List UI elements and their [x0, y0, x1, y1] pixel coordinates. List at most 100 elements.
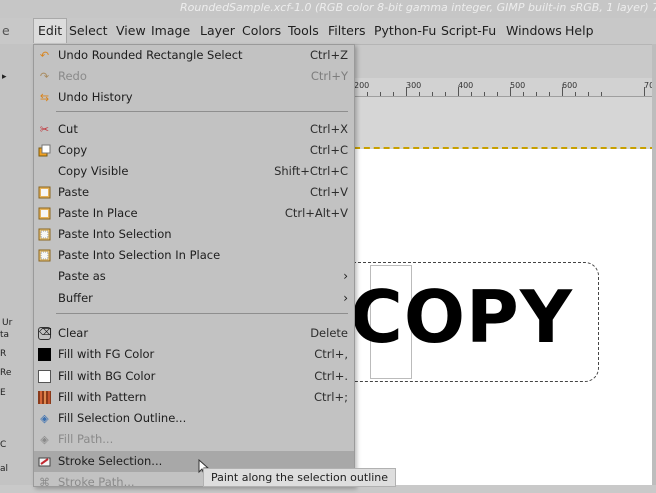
menu-item-paste-into-selection[interactable]: Paste Into Selection — [34, 224, 354, 245]
toolbox-label: Ur — [2, 318, 13, 328]
menu-item-label: Paste Into Selection — [58, 227, 172, 241]
menu-item-shortcut: Ctrl+Z — [310, 48, 348, 62]
ruler-tick — [367, 92, 368, 96]
menu-item-label: Fill with Pattern — [58, 390, 147, 404]
menu-help[interactable]: Help — [565, 23, 594, 38]
menu-item-shortcut: Ctrl+X — [310, 122, 348, 136]
selection-outline — [314, 262, 599, 382]
menu-item-shortcut: Delete — [310, 326, 348, 340]
horizontal-ruler[interactable]: 200 300 400 500 600 70 — [354, 78, 656, 97]
ruler-tick — [471, 92, 472, 96]
ruler-tick — [523, 92, 524, 96]
menu-item-label: Fill with BG Color — [58, 369, 156, 383]
ruler-tick — [549, 92, 550, 96]
menu-view[interactable]: View — [116, 23, 146, 38]
menu-item-shortcut: Ctrl+V — [310, 185, 348, 199]
toolbox-label: C — [0, 440, 7, 450]
ruler-tick — [419, 92, 420, 96]
menu-item-redo[interactable]: ↷ Redo Ctrl+Y — [34, 66, 354, 87]
menu-item-copy-visible[interactable]: Copy Visible Shift+Ctrl+C — [34, 161, 354, 182]
ruler-label: 400 — [458, 81, 474, 90]
menu-item-paste[interactable]: Paste Ctrl+V — [34, 182, 354, 203]
menu-item-paste-as[interactable]: Paste as › — [34, 266, 354, 287]
clipboard-icon — [38, 207, 51, 220]
menu-filters[interactable]: Filters — [328, 23, 365, 38]
submenu-arrow-icon: › — [343, 291, 348, 305]
menu-select[interactable]: Select — [69, 23, 108, 38]
paste-into-icon — [38, 228, 51, 241]
ruler-label: 200 — [354, 81, 370, 90]
clipboard-icon — [38, 186, 51, 199]
menu-item-shortcut: Ctrl+C — [309, 143, 348, 157]
undo-icon: ↶ — [39, 49, 50, 62]
menu-item-label: Redo — [58, 69, 87, 83]
menu-item-cut[interactable]: ✂ Cut Ctrl+X — [34, 119, 354, 140]
undo-history-icon: ⇆ — [39, 91, 50, 104]
pattern-icon — [38, 391, 51, 404]
menu-item-label: Fill Selection Outline... — [58, 411, 187, 425]
toolbox-panel: ▸ Ur ta R Re E C al — [0, 44, 34, 485]
menu-item-shortcut: Shift+Ctrl+C — [274, 164, 348, 178]
menu-item-undo-history[interactable]: ⇆ Undo History — [34, 87, 354, 108]
menu-layer[interactable]: Layer — [200, 23, 235, 38]
menu-item-paste-into-selection-in-place[interactable]: Paste Into Selection In Place — [34, 245, 354, 266]
menu-item-label: Stroke Path... — [58, 475, 135, 489]
submenu-arrow-icon: › — [343, 269, 348, 283]
menu-item-copy[interactable]: Copy Ctrl+C — [34, 140, 354, 161]
menu-item-label: Copy Visible — [58, 164, 129, 178]
menu-item-fill-selection-outline[interactable]: ◈ Fill Selection Outline... — [34, 408, 354, 429]
menu-windows[interactable]: Windows — [506, 23, 562, 38]
menu-tools[interactable]: Tools — [288, 23, 319, 38]
menu-edit[interactable]: Edit — [33, 18, 68, 43]
toolbox-label: ta — [0, 330, 10, 340]
menu-script-fu[interactable]: Script-Fu — [441, 23, 496, 38]
canvas-padding-area — [354, 97, 656, 149]
tooltip: Paint along the selection outline — [203, 468, 397, 487]
ruler-label: 500 — [510, 81, 526, 90]
paste-into-icon — [38, 249, 51, 262]
menu-item-fill-pattern[interactable]: Fill with Pattern Ctrl+; — [34, 387, 354, 408]
menu-item-fill-bg[interactable]: Fill with BG Color Ctrl+. — [34, 366, 354, 387]
menu-item-shortcut: Ctrl+Y — [310, 69, 348, 83]
menu-item-shortcut: Ctrl+; — [314, 390, 348, 404]
ruler-tick — [380, 92, 381, 96]
edit-menu-dropdown: ↶ Undo Rounded Rectangle Select Ctrl+Z ↷… — [33, 44, 355, 489]
menu-item-fill-fg[interactable]: Fill with FG Color Ctrl+, — [34, 344, 354, 365]
menu-item-buffer[interactable]: Buffer › — [34, 288, 354, 309]
menu-item-fill-path[interactable]: ◈ Fill Path... — [34, 429, 354, 450]
menu-item-undo[interactable]: ↶ Undo Rounded Rectangle Select Ctrl+Z — [34, 45, 354, 66]
toolbox-label: R — [0, 349, 7, 359]
bg-color-swatch-icon — [38, 370, 51, 383]
menu-separator — [56, 313, 348, 314]
menubar-overflow-indicator: e — [2, 23, 10, 38]
menu-item-label: Fill with FG Color — [58, 347, 155, 361]
layer-boundary — [354, 147, 656, 149]
ruler-tick — [484, 92, 485, 96]
bucket-fill-icon: ◈ — [40, 433, 49, 446]
ruler-tick — [575, 92, 576, 96]
clear-icon: ⌫ — [38, 327, 52, 340]
menu-python-fu[interactable]: Python-Fu — [374, 23, 436, 38]
ruler-tick — [445, 92, 446, 96]
menu-image[interactable]: Image — [151, 23, 190, 38]
stroke-icon — [38, 455, 51, 468]
menu-item-label: Paste In Place — [58, 206, 138, 220]
menu-item-label: Copy — [58, 143, 88, 157]
ruler-tick — [406, 87, 407, 96]
menu-item-shortcut: Ctrl+, — [314, 347, 348, 361]
ruler-tick — [644, 87, 645, 96]
menu-item-label: Paste as — [58, 269, 106, 283]
stroke-path-icon: ⌘ — [39, 476, 50, 489]
menu-item-clear[interactable]: ⌫ Clear Delete — [34, 323, 354, 344]
ruler-tick — [458, 87, 459, 96]
menu-item-paste-in-place[interactable]: Paste In Place Ctrl+Alt+V — [34, 203, 354, 224]
right-panel-edge — [652, 44, 656, 485]
toolbox-label: Re — [0, 368, 12, 378]
copy-icon — [38, 144, 51, 157]
ruler-label: 300 — [406, 81, 422, 90]
menu-item-label: Undo Rounded Rectangle Select — [58, 48, 243, 62]
menu-colors[interactable]: Colors — [242, 23, 281, 38]
image-canvas[interactable]: COPY — [314, 97, 656, 485]
menu-item-shortcut: Ctrl+. — [314, 369, 348, 383]
ruler-tick — [601, 92, 602, 96]
